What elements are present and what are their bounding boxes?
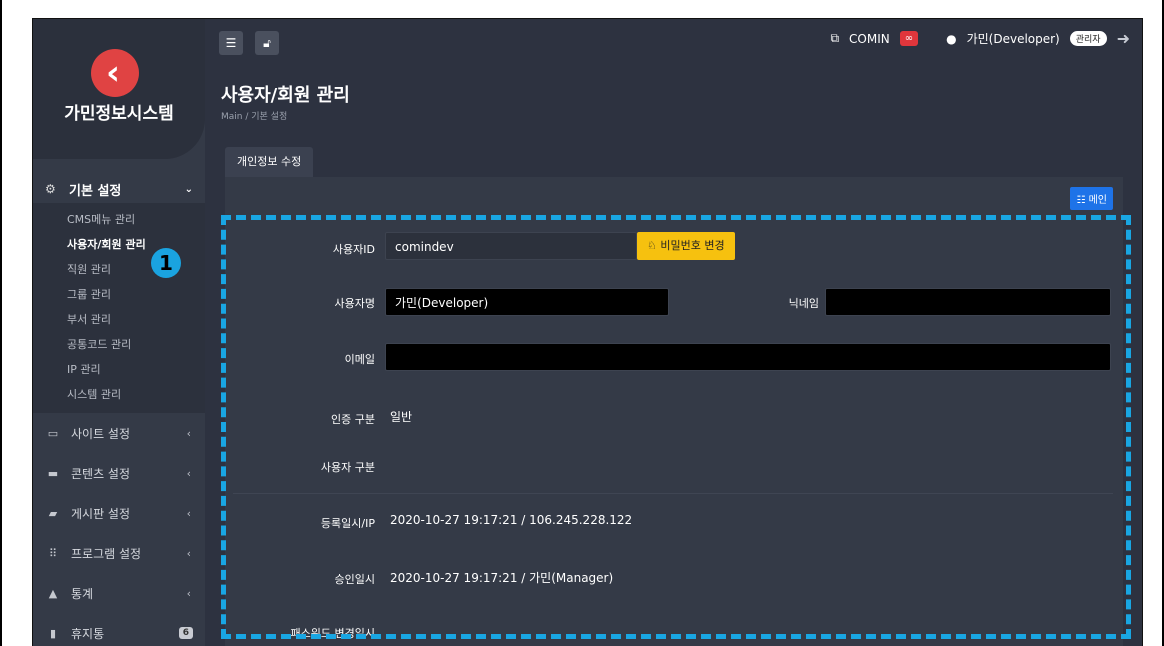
- sidebar-group-label: 기본 설정: [69, 183, 122, 199]
- sidebar-item-common-codes[interactable]: 공통코드 관리: [33, 332, 205, 357]
- step-marker: 1: [151, 248, 181, 278]
- sidebar-toggle-button[interactable]: ☰: [219, 31, 243, 55]
- tab-edit-profile[interactable]: 개인정보 수정: [225, 147, 314, 177]
- sidebar-item-label: 프로그램 설정: [71, 546, 142, 561]
- brand-name: 가민정보시스템: [64, 104, 174, 124]
- comments-icon: ▰: [48, 506, 58, 520]
- sidebar: ‹ 가민정보시스템 ⚙ 기본 설정 ⌄ CMS메뉴 관리 사용자/회원 관리 직…: [33, 19, 205, 646]
- chevron-down-icon: ⌄: [184, 183, 193, 195]
- sidebar-item-program-settings[interactable]: ⠿ 프로그램 설정 ‹: [33, 533, 205, 573]
- sidebar-item-board-settings[interactable]: ▰ 게시판 설정 ‹: [33, 493, 205, 533]
- trash-count-badge: 6: [178, 627, 193, 639]
- sidebar-item-label: 휴지통: [71, 626, 105, 641]
- sidebar-group-basic-settings: ⚙ 기본 설정 ⌄ CMS메뉴 관리 사용자/회원 관리 직원 관리 그룹 관리…: [33, 175, 205, 646]
- chevron-left-icon: ‹: [186, 586, 191, 600]
- list-icon: ☰: [225, 36, 237, 50]
- lock-button[interactable]: 🔓︎: [255, 31, 279, 55]
- chevron-left-icon: ‹: [186, 546, 191, 560]
- topbar-right: ⧉ COMIN ∞ ● 가민(Developer) 관리자 ➜: [830, 29, 1130, 48]
- sidebar-group-header[interactable]: ⚙ 기본 설정 ⌄: [33, 175, 205, 203]
- window-icon: ▭: [47, 426, 59, 440]
- left-border: [0, 0, 2, 646]
- sidebar-item-groups[interactable]: 그룹 관리: [33, 282, 205, 307]
- app-window: ‹ 가민정보시스템 ⚙ 기본 설정 ⌄ CMS메뉴 관리 사용자/회원 관리 직…: [32, 18, 1143, 646]
- sidebar-item-content-settings[interactable]: ▬ 콘텐츠 설정 ‹: [33, 453, 205, 493]
- main-button-label: 메인: [1088, 195, 1107, 206]
- user-icon: ●: [946, 31, 957, 46]
- page-title: 사용자/회원 관리: [221, 85, 350, 106]
- topbar: ☰ 🔓︎ ⧉ COMIN ∞ ● 가민(Developer) 관리자 ➜: [205, 19, 1142, 65]
- user-name[interactable]: 가민(Developer): [967, 30, 1060, 47]
- link-icon[interactable]: ∞: [899, 31, 919, 46]
- sidebar-item-label: 사이트 설정: [71, 426, 131, 441]
- list-icon: ☷: [1076, 195, 1086, 206]
- chevron-left-icon: ‹: [186, 426, 191, 440]
- sidebar-item-stats[interactable]: ▲ 통계 ‹: [33, 573, 205, 613]
- sidebar-item-label: 통계: [71, 586, 94, 601]
- sidebar-item-label: 콘텐츠 설정: [71, 466, 131, 481]
- gears-icon: ⚙: [45, 182, 56, 196]
- card-icon: ▬: [47, 466, 59, 480]
- sidebar-item-ip[interactable]: IP 관리: [33, 357, 205, 382]
- brand-logo-icon[interactable]: ‹: [91, 49, 139, 97]
- area-chart-icon: ▲: [48, 586, 58, 600]
- sidebar-submenu: CMS메뉴 관리 사용자/회원 관리 직원 관리 그룹 관리 부서 관리 공통코…: [33, 203, 205, 413]
- lock-icon: 🔓︎: [263, 35, 271, 50]
- sidebar-item-trash[interactable]: ▮ 휴지통 6: [33, 613, 205, 646]
- brand-area: ‹ 가민정보시스템: [33, 19, 205, 159]
- sidebar-item-site-settings[interactable]: ▭ 사이트 설정 ‹: [33, 413, 205, 453]
- breadcrumb[interactable]: Main / 기본 설정: [221, 109, 287, 122]
- trash-icon: ▮: [49, 626, 57, 640]
- chevron-left-icon: ‹: [186, 506, 191, 520]
- sitemap-icon: ⠿: [48, 546, 58, 560]
- sidebar-item-label: 게시판 설정: [71, 506, 131, 521]
- sidebar-item-system[interactable]: 시스템 관리: [33, 382, 205, 407]
- sidebar-item-users[interactable]: 사용자/회원 관리: [33, 232, 205, 257]
- highlight-box: [221, 215, 1131, 639]
- logout-icon[interactable]: ➜: [1117, 29, 1130, 48]
- external-link-icon: ⧉: [830, 31, 840, 45]
- sidebar-item-cms-menu[interactable]: CMS메뉴 관리: [33, 207, 205, 232]
- chevron-left-icon: ‹: [186, 466, 191, 480]
- main-button[interactable]: ☷ 메인: [1070, 187, 1113, 210]
- sidebar-item-departments[interactable]: 부서 관리: [33, 307, 205, 332]
- site-link[interactable]: COMIN: [849, 32, 890, 46]
- role-badge: 관리자: [1069, 31, 1107, 46]
